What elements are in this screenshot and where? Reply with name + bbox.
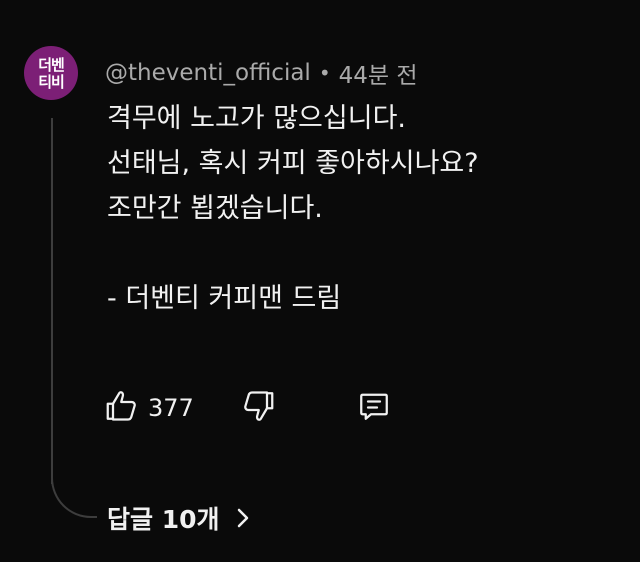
thread-line	[51, 118, 53, 484]
comment-line: 격무에 노고가 많으십니다.	[107, 103, 406, 134]
comment-meta: @theventi_official • 44분 전	[105, 56, 418, 90]
comment-body: 격무에 노고가 많으십니다. 선태님, 혹시 커피 좋아하시나요? 조만간 뵙겠…	[107, 96, 627, 321]
thread-connector	[51, 470, 97, 518]
comment-line: 선태님, 혹시 커피 좋아하시나요?	[107, 148, 479, 179]
comment-actions: 377	[100, 384, 620, 432]
comment-reply-icon	[356, 388, 392, 428]
comment-line	[107, 231, 627, 276]
dislike-button[interactable]	[240, 384, 276, 432]
comment-line: - 더벤티 커피맨 드림	[107, 283, 342, 314]
avatar-text-line-1: 더벤	[38, 55, 65, 74]
view-replies-button[interactable]: 답글 10개	[107, 500, 252, 536]
replies-label: 답글 10개	[107, 505, 220, 534]
avatar[interactable]: 더벤 티비	[24, 46, 78, 100]
reply-button[interactable]	[356, 384, 392, 432]
avatar-text-line-2: 티비	[38, 72, 65, 91]
username[interactable]: @theventi_official	[105, 60, 311, 86]
meta-separator: •	[318, 61, 331, 85]
comment-card: 더벤 티비 @theventi_official • 44분 전 격무에 노고가…	[0, 0, 640, 562]
timestamp: 44분 전	[338, 63, 418, 89]
like-count: 377	[148, 394, 194, 422]
thumbs-down-icon	[240, 388, 276, 428]
like-button[interactable]: 377	[104, 384, 194, 432]
chevron-right-icon	[234, 507, 252, 529]
thumbs-up-icon	[104, 388, 140, 428]
comment-line: 조만간 뵙겠습니다.	[107, 193, 323, 224]
